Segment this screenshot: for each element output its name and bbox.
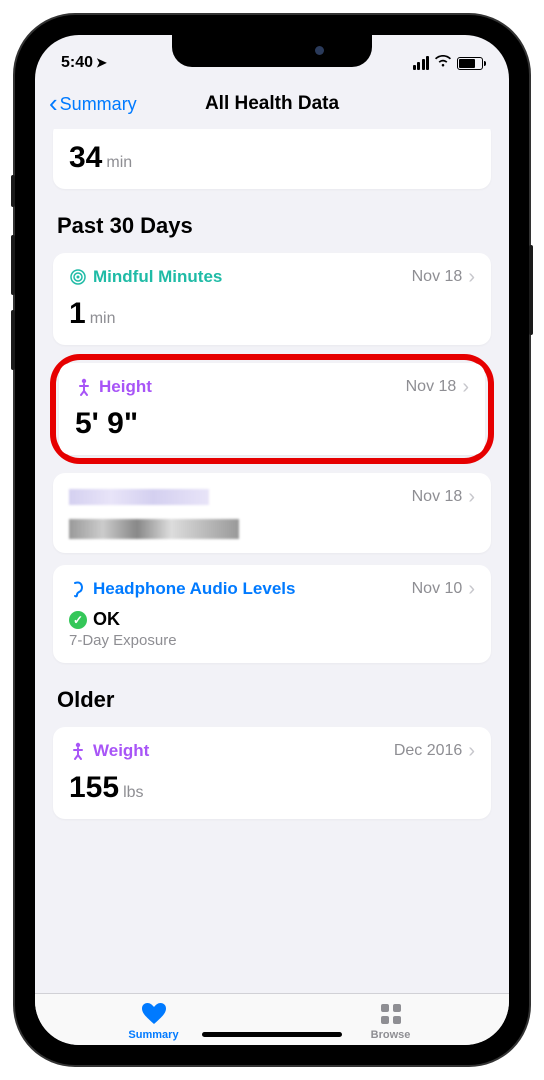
mute-switch [11, 175, 15, 207]
tab-summary-label: Summary [128, 1029, 178, 1041]
highlight-annotation: Height Nov 18 › 5' 9" [50, 354, 494, 464]
weight-card[interactable]: Weight Dec 2016 › 155 lbs [53, 727, 491, 819]
chevron-right-icon: › [468, 741, 475, 761]
chevron-right-icon: › [468, 267, 475, 287]
audio-sublabel: 7-Day Exposure [69, 632, 475, 649]
height-label: Height [99, 377, 152, 397]
notch [172, 35, 372, 67]
back-button[interactable]: ‹ Summary [49, 93, 137, 116]
redacted-card[interactable]: Nov 18 › [53, 473, 491, 553]
redacted-date: Nov 18 [412, 488, 463, 506]
height-date: Nov 18 [406, 378, 457, 396]
mindful-value: 1 [69, 297, 86, 331]
chevron-right-icon: › [462, 377, 469, 397]
weight-unit: lbs [123, 784, 143, 802]
workouts-value: 34 [69, 141, 102, 175]
home-indicator[interactable] [202, 1032, 342, 1037]
chevron-right-icon: › [468, 579, 475, 599]
body-icon [69, 742, 87, 760]
section-past-30-days: Past 30 Days [57, 213, 487, 239]
mindful-minutes-card[interactable]: Mindful Minutes Nov 18 › 1 min [53, 253, 491, 345]
mindful-icon [69, 268, 87, 286]
mindful-label: Mindful Minutes [93, 267, 222, 287]
redacted-value [69, 519, 239, 539]
redacted-title [69, 489, 209, 505]
heart-icon [140, 1002, 168, 1026]
wifi-icon [434, 54, 452, 72]
weight-date: Dec 2016 [394, 742, 463, 760]
height-card[interactable]: Height Nov 18 › 5' 9" [59, 363, 485, 455]
battery-icon [457, 57, 483, 70]
weight-label: Weight [93, 741, 149, 761]
content-scroll[interactable]: 🔥 Workouts 34 min Past 30 Days [35, 129, 509, 993]
volume-down-button [11, 310, 15, 370]
power-button [529, 245, 533, 335]
headphone-audio-card[interactable]: Headphone Audio Levels Nov 10 › ✓ OK 7-D… [53, 565, 491, 663]
phone-frame: 5:40 ➤ ‹ Summary All Health Data [15, 15, 529, 1065]
audio-status: OK [93, 609, 120, 630]
grid-icon [377, 1002, 405, 1026]
ear-icon [69, 580, 87, 598]
body-icon [75, 378, 93, 396]
tab-bar: Summary Browse [35, 993, 509, 1045]
status-time: 5:40 [61, 54, 93, 72]
checkmark-icon: ✓ [69, 611, 87, 629]
workouts-card[interactable]: 🔥 Workouts 34 min [53, 129, 491, 189]
mindful-unit: min [90, 310, 116, 328]
tab-browse-label: Browse [371, 1029, 411, 1041]
nav-header: ‹ Summary All Health Data [35, 83, 509, 129]
section-older: Older [57, 687, 487, 713]
audio-label: Headphone Audio Levels [93, 579, 295, 599]
mindful-date: Nov 18 [412, 268, 463, 286]
chevron-left-icon: ‹ [49, 90, 58, 116]
workouts-unit: min [106, 154, 132, 172]
weight-value: 155 [69, 771, 119, 805]
back-label: Summary [60, 94, 137, 115]
volume-up-button [11, 235, 15, 295]
cellular-signal-icon [413, 56, 430, 70]
location-icon: ➤ [96, 55, 107, 71]
screen: 5:40 ➤ ‹ Summary All Health Data [35, 35, 509, 1045]
audio-date: Nov 10 [412, 580, 463, 598]
chevron-right-icon: › [468, 487, 475, 507]
height-value: 5' 9" [75, 407, 138, 441]
